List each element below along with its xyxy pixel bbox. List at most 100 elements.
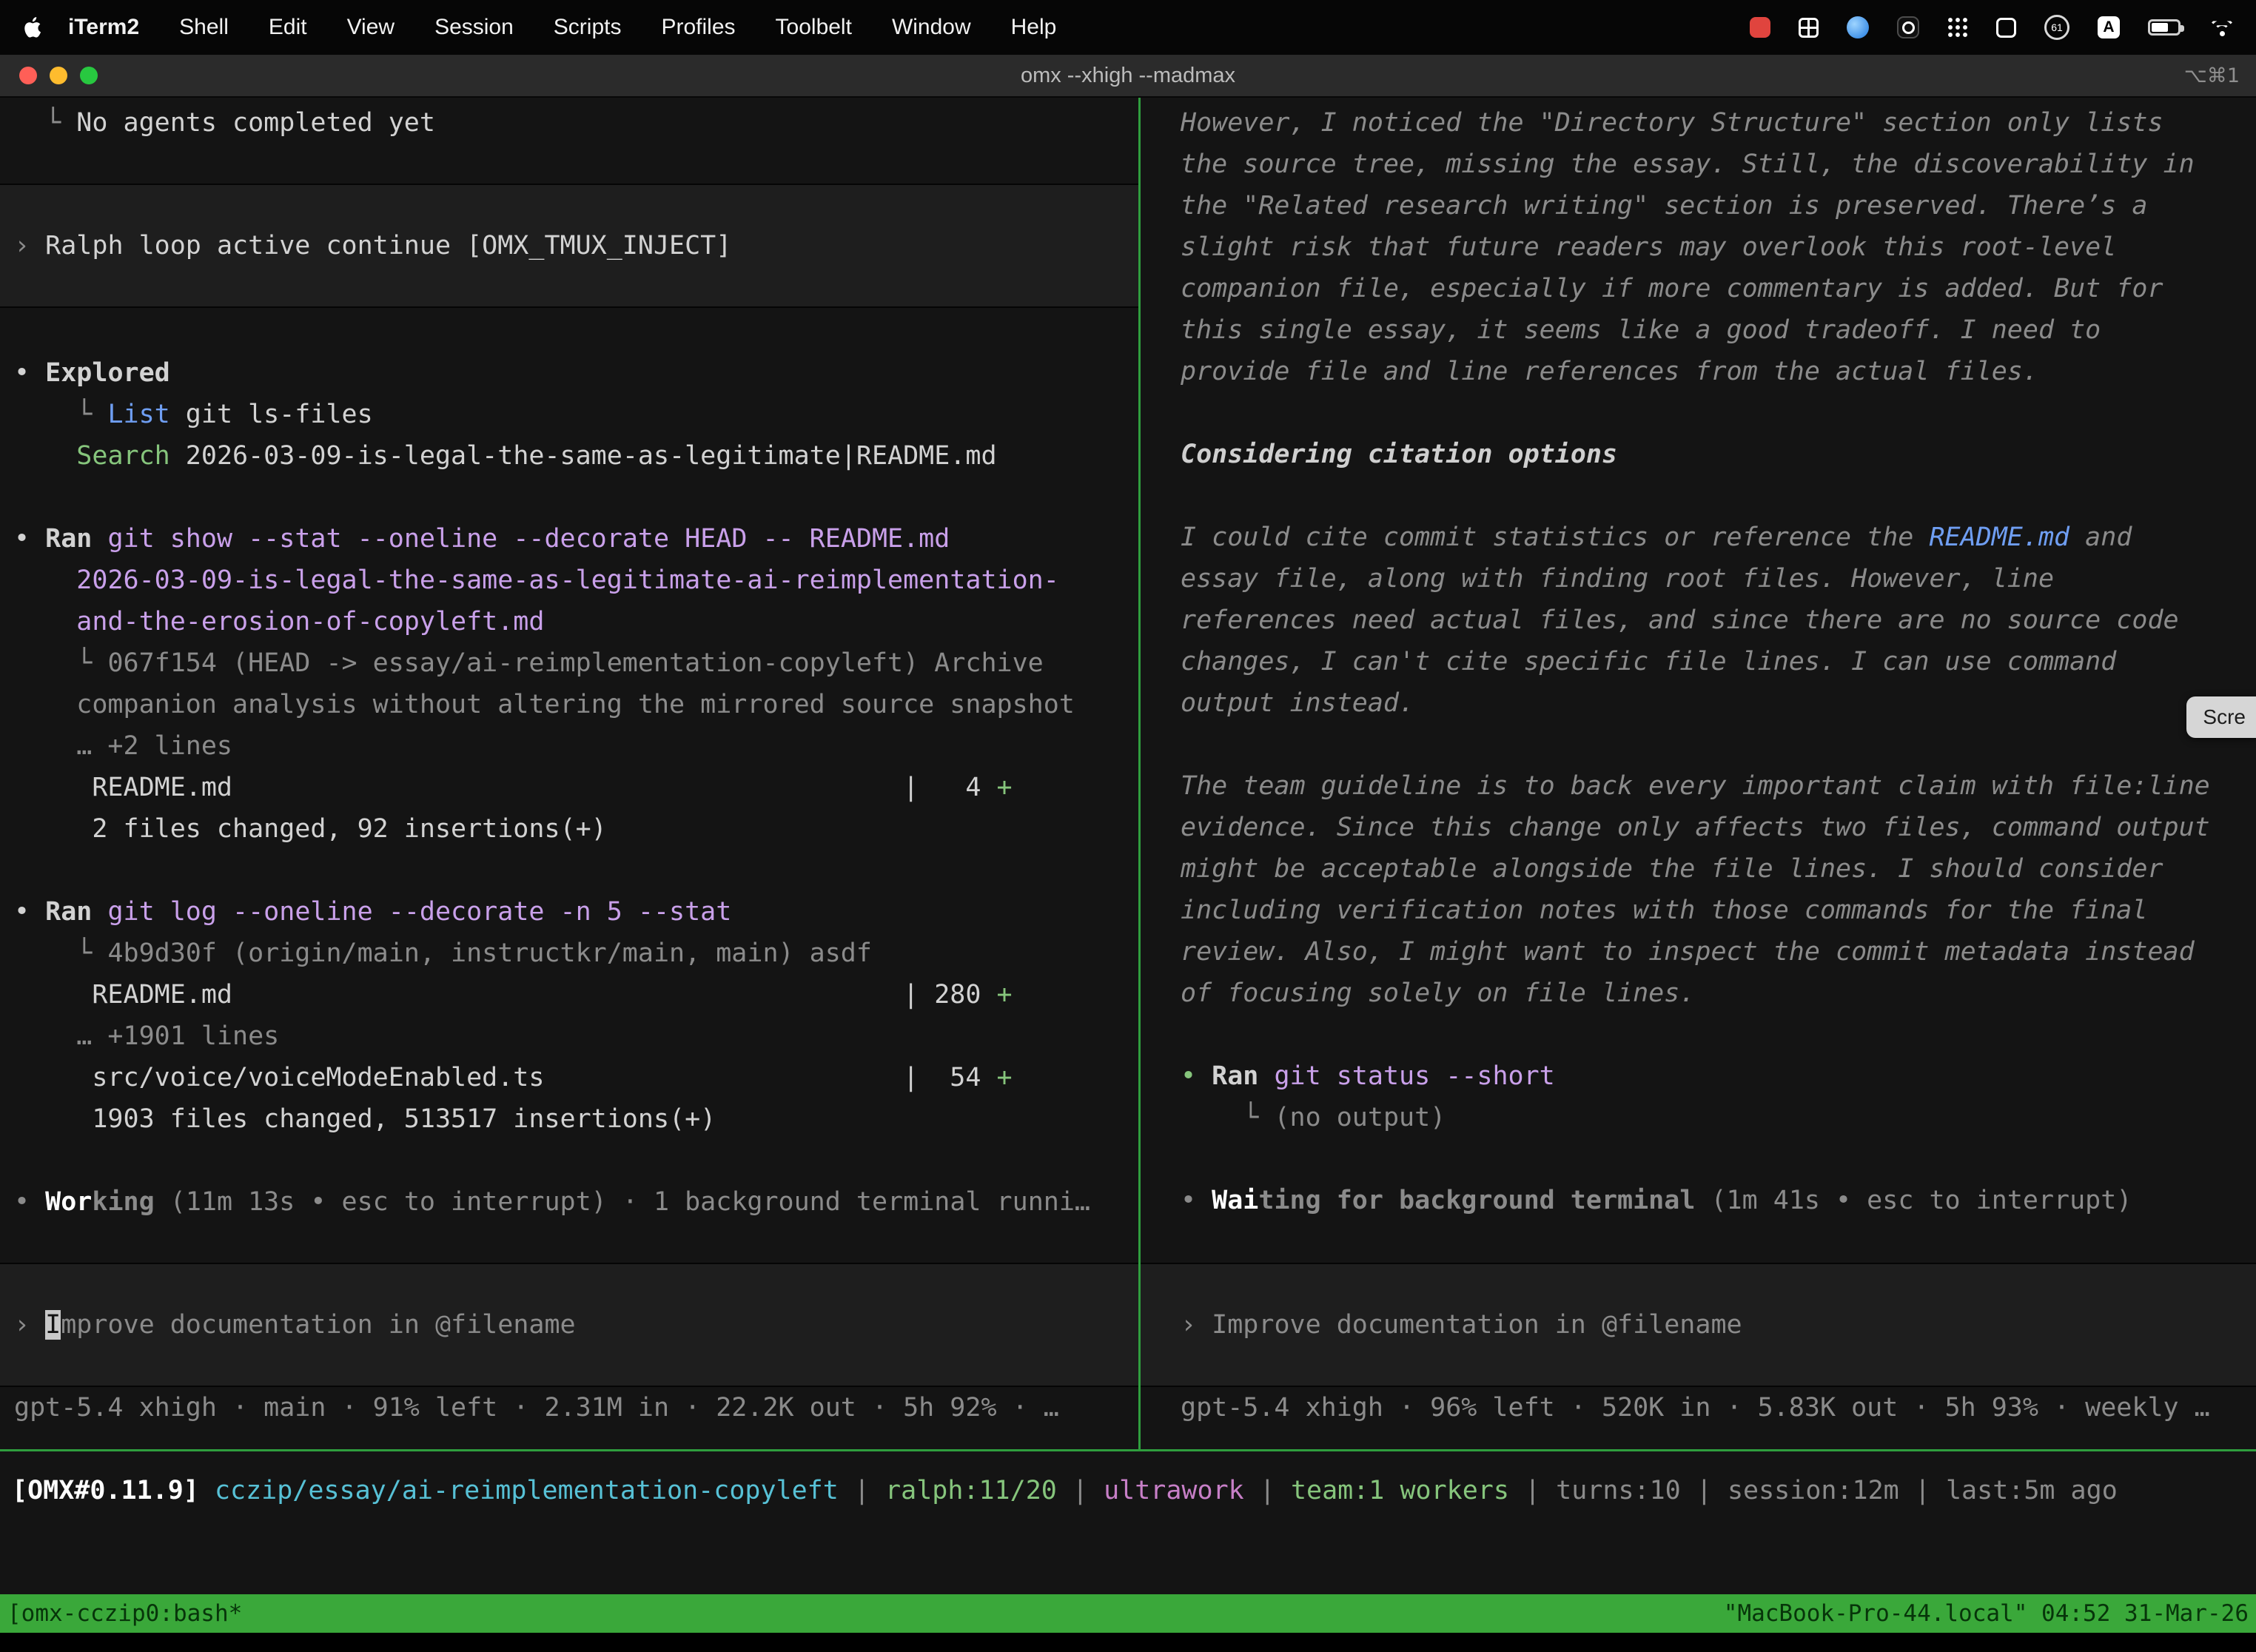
terminal-line: 2 files changed, 92 insertions(+) (14, 808, 1138, 850)
menu-item-window[interactable]: Window (872, 15, 991, 40)
text-segment: I (45, 1310, 61, 1340)
terminal-line: references need actual files, and since … (1181, 600, 2256, 641)
terminal-line: of focusing solely on file lines. (1181, 973, 2256, 1014)
text-segment: + (997, 980, 1013, 1010)
menu-item-view[interactable]: View (327, 15, 414, 40)
text-segment: turns:10 (1556, 1476, 1681, 1505)
text-segment: Ralph loop active continue [OMX_TMUX_INJ… (45, 231, 731, 261)
text-segment: cczip/essay/ai-reimplementation-copyleft (215, 1476, 839, 1505)
right-prompt-input[interactable]: › Improve documentation in @filename (1141, 1263, 2256, 1387)
text-segment: and-the-erosion-of-copyleft.md (76, 607, 544, 637)
tmux-session-label: [omx-cczip0:bash* (7, 1600, 242, 1627)
text-segment: … +1901 lines (14, 1021, 279, 1051)
menu-item-iterm2[interactable]: iTerm2 (58, 15, 159, 40)
terminal-line: evidence. Since this change only affects… (1181, 807, 2256, 848)
text-segment: ultrawork (1104, 1476, 1244, 1505)
terminal-line: companion file, especially if more comme… (1181, 268, 2256, 309)
menu-item-shell[interactable]: Shell (159, 15, 249, 40)
terminal-line: › Ralph loop active continue [OMX_TMUX_I… (14, 225, 1138, 266)
text-segment: the source tree, missing the essay. Stil… (1181, 150, 2195, 179)
menu-item-edit[interactable]: Edit (249, 15, 327, 40)
text-segment: | (1899, 1476, 1946, 1505)
text-segment: of focusing solely on file lines. (1181, 978, 1695, 1008)
text-segment: this single essay, it seems like a good … (1181, 315, 2101, 345)
terminal-line: └ 4b9d30f (origin/main, instructkr/main,… (14, 933, 1138, 974)
terminal-line: provide file and line references from th… (1181, 351, 2256, 392)
text-segment: + (997, 773, 1013, 802)
terminal-line: gpt-5.4 xhigh · main · 91% left · 2.31M … (14, 1387, 1138, 1428)
text-segment: • (14, 897, 45, 927)
dot-grid-icon[interactable] (1947, 17, 1968, 38)
terminal-line (1181, 475, 2256, 517)
text-segment: git ls-files (170, 400, 373, 429)
dark-app-icon[interactable] (1897, 16, 1919, 38)
key-app-icon[interactable] (1996, 18, 2016, 38)
terminal-line: • Ran git show --stat --oneline --decora… (14, 518, 1138, 560)
text-segment: Explored (45, 358, 170, 388)
minimize-window-button[interactable] (50, 67, 67, 84)
zoom-window-button[interactable] (80, 67, 98, 84)
text-segment: └ (14, 648, 107, 678)
wifi-icon[interactable] (2209, 18, 2235, 38)
text-segment: 2026-03-09-is-legal-the-same-as-legitima… (76, 565, 1059, 595)
tmux-host-clock-label: "MacBook-Pro-44.local" 04:52 31-Mar-26 (1724, 1600, 2249, 1627)
window-grid-icon[interactable] (1799, 18, 1819, 38)
terminal-line: Considering citation options (1181, 434, 2256, 475)
text-segment: including verification notes with those … (1181, 896, 2147, 925)
tmux-status-bar: [omx-cczip0:bash* "MacBook-Pro-44.local"… (0, 1594, 2256, 1633)
text-segment: session:12m (1728, 1476, 1899, 1505)
terminal-line: the source tree, missing the essay. Stil… (1181, 144, 2256, 185)
text-segment: ralph:11/20 (885, 1476, 1057, 1505)
text-segment: | (1681, 1476, 1728, 1505)
text-segment: provide file and line references from th… (1181, 357, 2038, 386)
close-window-button[interactable] (19, 67, 37, 84)
terminal-line: and-the-erosion-of-copyleft.md (14, 601, 1138, 642)
terminal-line: gpt-5.4 xhigh · 96% left · 520K in · 5.8… (1181, 1387, 2256, 1428)
left-prompt-input[interactable]: › Improve documentation in @filename (0, 1263, 1138, 1387)
text-segment (14, 565, 76, 595)
text-segment: (1m 41s • esc to interrupt) (1695, 1186, 2132, 1215)
left-intro-line: └ No agents completed yet (0, 102, 1138, 144)
screen-recording-icon[interactable] (1750, 17, 1770, 38)
text-segment: gpt-5.4 xhigh · 96% left · 520K in · 5.8… (1181, 1393, 2210, 1423)
menu-item-help[interactable]: Help (991, 15, 1077, 40)
terminal-line: I could cite commit statistics or refere… (1181, 517, 2256, 558)
blue-app-icon[interactable] (1847, 16, 1869, 38)
text-segment: • (1181, 1061, 1212, 1091)
ralph-inject-banner: › Ralph loop active continue [OMX_TMUX_I… (0, 184, 1138, 308)
screen-overlay-button[interactable]: Scre (2186, 696, 2256, 738)
terminal-line: • Waiting for background terminal (1m 41… (1181, 1180, 2256, 1221)
battery-icon[interactable] (2148, 19, 2181, 36)
apple-logo-icon[interactable] (21, 15, 46, 40)
left-model-status: gpt-5.4 xhigh · main · 91% left · 2.31M … (0, 1387, 1138, 1428)
terminal-line: └ 067f154 (HEAD -> essay/ai-reimplementa… (14, 642, 1138, 684)
text-segment: No agents completed yet (76, 108, 435, 138)
text-segment: List (107, 400, 169, 429)
text-segment (92, 897, 107, 927)
text-segment: 1903 files changed, 513517 insertions(+) (14, 1104, 716, 1134)
terminal-line: … +1901 lines (14, 1015, 1138, 1057)
text-segment: └ (14, 108, 76, 138)
terminal-line: 1903 files changed, 513517 insertions(+) (14, 1098, 1138, 1140)
terminal-line: Search 2026-03-09-is-legal-the-same-as-l… (14, 435, 1138, 477)
terminal-line: [OMX#0.11.9] cczip/essay/ai-reimplementa… (12, 1470, 2256, 1511)
window-shortcut-badge: ⌥⌘1 (2184, 64, 2256, 87)
terminal-line (1181, 1138, 2256, 1180)
menu-item-scripts[interactable]: Scripts (534, 15, 642, 40)
text-segment: mprove documentation in @filename (61, 1310, 575, 1340)
text-segment: └ (1181, 1103, 1274, 1132)
left-pane: └ No agents completed yet › Ralph loop a… (0, 98, 1138, 1449)
terminal-line: └ List git ls-files (14, 394, 1138, 435)
battery-gauge-icon[interactable]: 61 (2044, 15, 2069, 40)
text-segment: … +2 lines (14, 731, 232, 761)
menu-item-toolbelt[interactable]: Toolbelt (756, 15, 872, 40)
text-segment: 067f154 (HEAD -> essay/ai-reimplementati… (107, 648, 1043, 678)
terminal-line: └ No agents completed yet (14, 102, 1138, 144)
input-source-icon[interactable]: A (2098, 16, 2120, 38)
menu-item-session[interactable]: Session (414, 15, 534, 40)
terminal-line (14, 1140, 1138, 1181)
terminal-line: essay file, along with finding root file… (1181, 558, 2256, 600)
menu-item-profiles[interactable]: Profiles (641, 15, 755, 40)
terminal-line (1181, 392, 2256, 434)
text-segment: • (14, 1187, 45, 1217)
